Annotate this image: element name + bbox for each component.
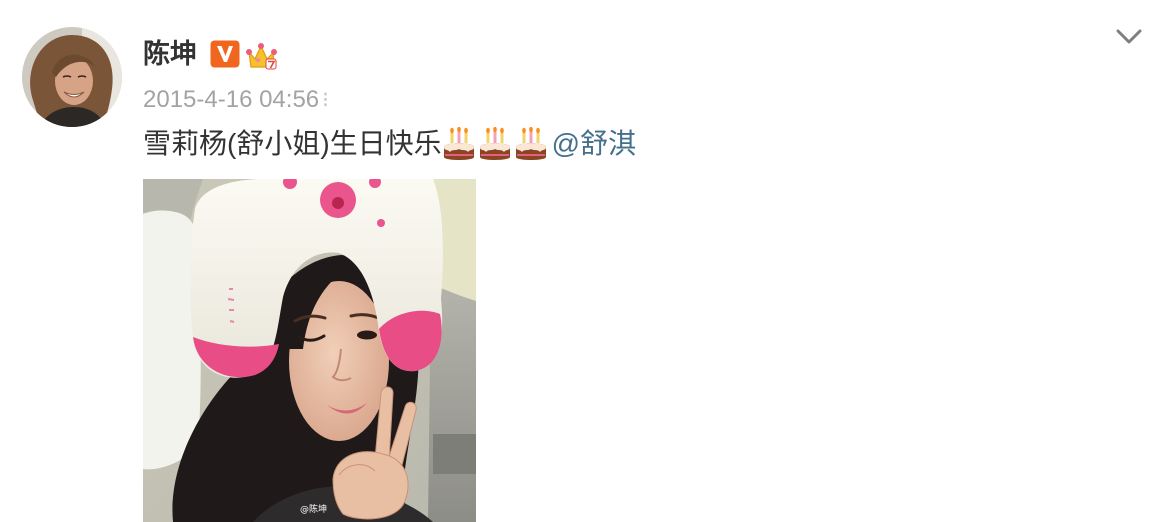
post-content: 雪莉杨(舒小姐)生日快乐 @舒淇 <box>143 126 636 162</box>
mention-link[interactable]: @舒淇 <box>552 126 636 162</box>
verified-v-icon <box>210 40 240 68</box>
post-image[interactable]: @陈坤 <box>143 179 476 522</box>
avatar[interactable] <box>22 27 122 127</box>
author-name[interactable]: 陈坤 <box>143 37 197 71</box>
image-watermark: @陈坤 <box>300 503 327 515</box>
cake-emoji-icon <box>443 127 474 160</box>
cake-emoji-icon <box>515 127 546 160</box>
post-timestamp[interactable]: 2015-4-16 04:56 <box>143 85 319 115</box>
post-text: 雪莉杨(舒小姐)生日快乐 <box>143 128 442 159</box>
cake-emoji-icon <box>479 127 510 160</box>
post-photo: @陈坤 <box>143 179 476 522</box>
vip-crown-icon <box>246 40 277 70</box>
avatar-photo <box>22 27 122 127</box>
timestamp-trail: ⁝ <box>322 87 329 112</box>
chevron-down-icon[interactable] <box>1116 29 1142 45</box>
